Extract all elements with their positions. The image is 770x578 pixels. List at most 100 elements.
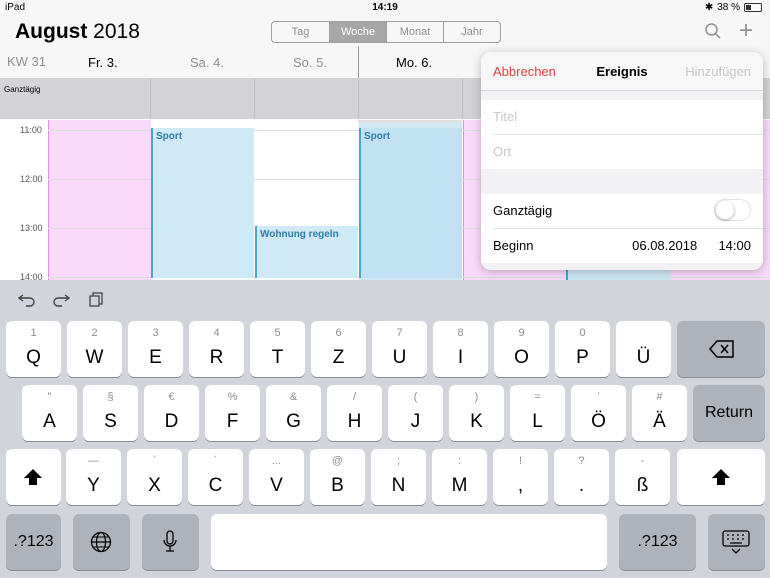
key-secondary-label: ? [578, 455, 585, 467]
add-button[interactable]: Hinzufügen [685, 64, 751, 79]
key-d[interactable]: € D [144, 385, 199, 441]
key-secondary-label: / [352, 391, 357, 403]
tab-year[interactable]: Jahr [443, 22, 500, 42]
day-header-sun[interactable]: So. 5. [293, 55, 327, 70]
location-input[interactable] [493, 144, 743, 159]
key-label: I [457, 347, 464, 368]
numbers-key-right[interactable]: .?123 [619, 514, 696, 570]
start-row[interactable]: Beginn 06.08.2018 14:00 [493, 229, 763, 263]
tab-month[interactable]: Monat [386, 22, 443, 42]
event-wohnung-sunday[interactable]: Wohnung regeln [255, 226, 358, 278]
key-secondary-label: 6 [335, 327, 342, 339]
week-number: KW 31 [7, 54, 47, 69]
key-ä[interactable]: # Ä [632, 385, 687, 441]
key-label: C [208, 475, 223, 496]
undo-icon[interactable] [18, 291, 36, 307]
key-secondary-label: 9 [518, 327, 525, 339]
key-period[interactable]: ?. [554, 449, 609, 505]
key-label: W [85, 347, 104, 368]
keyboard-toolbar [0, 280, 770, 318]
key-ö[interactable]: ’ Ö [571, 385, 626, 441]
key-v[interactable]: ... V [249, 449, 304, 505]
key-y[interactable]: — Y [66, 449, 121, 505]
view-segmented-control: Tag Woche Monat Jahr [271, 21, 501, 43]
year-label: 2018 [93, 20, 140, 43]
key-secondary-label: ( [413, 391, 418, 403]
shift-key-left[interactable] [6, 449, 61, 505]
key-label: V [270, 475, 283, 496]
key-p[interactable]: 0P [555, 321, 610, 377]
time-label: 11:00 [20, 125, 42, 135]
key-f[interactable]: % F [205, 385, 260, 441]
key-secondary-label: ` [152, 455, 157, 467]
allday-label: Ganztägig [4, 85, 41, 94]
key-o[interactable]: 9O [494, 321, 549, 377]
tab-day[interactable]: Tag [272, 22, 329, 42]
key-ß[interactable]: -ß [615, 449, 670, 505]
key-q[interactable]: 1Q [6, 321, 61, 377]
globe-key[interactable] [73, 514, 130, 570]
page-title: August 2018 [15, 20, 140, 44]
key-w[interactable]: 2W [67, 321, 122, 377]
key-r[interactable]: 4R [189, 321, 244, 377]
key-label: Ö [591, 411, 606, 432]
shift-key-right[interactable] [677, 449, 765, 505]
bluetooth-icon: ✱ [704, 2, 714, 13]
key-label: T [271, 347, 284, 368]
key-label: U [392, 347, 407, 368]
allday-toggle[interactable] [714, 199, 751, 221]
event-sport-saturday[interactable]: Sport [151, 128, 254, 278]
add-event-button[interactable]: + [739, 19, 753, 43]
day-header-sat[interactable]: Sa. 4. [190, 55, 224, 70]
key-comma[interactable]: !, [493, 449, 548, 505]
space-key[interactable] [211, 514, 607, 570]
tab-week[interactable]: Woche [329, 22, 386, 42]
start-label: Beginn [493, 238, 534, 253]
key-n[interactable]: ; N [371, 449, 426, 505]
key-x[interactable]: ` X [127, 449, 182, 505]
new-event-popover: Abbrechen Ereignis Hinzufügen Ganztägig … [481, 52, 763, 270]
key-label: Z [332, 347, 345, 368]
time-label: 12:00 [20, 174, 43, 184]
shift-icon [712, 469, 730, 485]
key-z[interactable]: 6Z [311, 321, 366, 377]
key-k[interactable]: ) K [449, 385, 504, 441]
event-sport-monday[interactable]: Sport [359, 128, 462, 278]
title-input[interactable] [493, 109, 743, 124]
key-l[interactable]: = L [510, 385, 565, 441]
event-title: Wohnung regeln [260, 229, 339, 240]
key-j[interactable]: (J [388, 385, 443, 441]
key-t[interactable]: 5T [250, 321, 305, 377]
key-c[interactable]: ´ C [188, 449, 243, 505]
key-secondary-label: ... [271, 455, 282, 467]
event-block[interactable] [566, 270, 670, 280]
key-s[interactable]: § S [83, 385, 138, 441]
key-h[interactable]: / H [327, 385, 382, 441]
key-g[interactable]: & G [266, 385, 321, 441]
key-e[interactable]: 3E [128, 321, 183, 377]
search-icon[interactable] [704, 22, 722, 40]
globe-icon [90, 531, 112, 553]
day-header-mon[interactable]: Mo. 6. [396, 55, 432, 70]
key-b[interactable]: @ B [310, 449, 365, 505]
microphone-key[interactable] [142, 514, 199, 570]
key-a[interactable]: " A [22, 385, 77, 441]
key-i[interactable]: 8I [433, 321, 488, 377]
key-m[interactable]: :M [432, 449, 487, 505]
hide-keyboard-key[interactable] [708, 514, 765, 570]
return-key[interactable]: Return [693, 385, 765, 441]
event-title: Sport [156, 131, 183, 142]
redo-icon[interactable] [52, 291, 70, 307]
key-secondary-label: ) [474, 391, 479, 403]
column-fri[interactable] [48, 120, 151, 280]
backspace-key[interactable] [677, 321, 765, 377]
key-label: D [164, 411, 179, 432]
key-u[interactable]: 7U [372, 321, 427, 377]
key-secondary-label: ’ [597, 391, 600, 403]
key-ü[interactable]: Ü [616, 321, 671, 377]
numbers-key-left[interactable]: .?123 [6, 514, 61, 570]
paste-icon[interactable] [88, 291, 106, 307]
key-label: B [331, 475, 344, 496]
status-bar: iPad 14:19 ✱ 38 % [0, 0, 770, 16]
day-header-fri[interactable]: Fr. 3. [88, 55, 118, 70]
